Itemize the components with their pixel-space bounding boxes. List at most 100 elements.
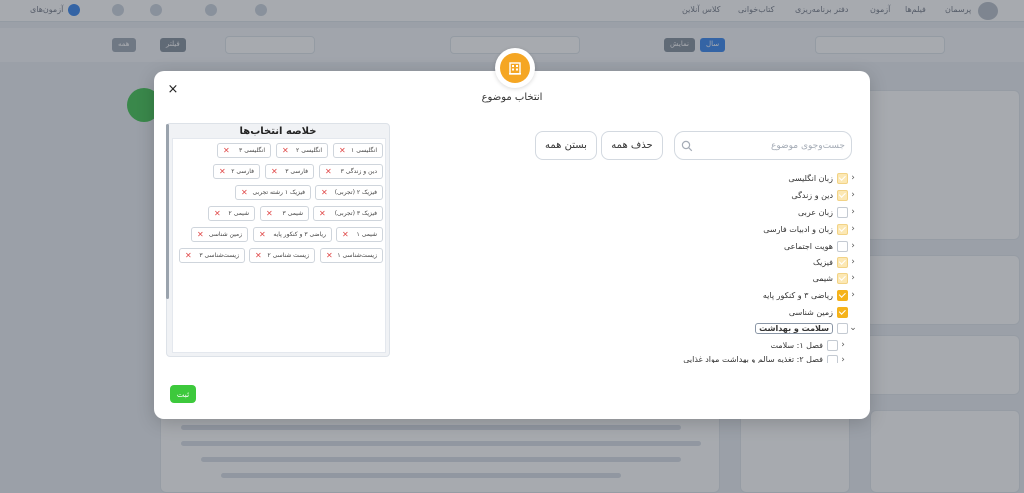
- remove-icon[interactable]: ✕: [266, 209, 273, 218]
- chevron-icon[interactable]: ‹: [838, 355, 848, 363]
- tree-item-label: دین و زندگی: [791, 190, 833, 200]
- selection-chip: انگلیسی ۱ ✕: [333, 143, 383, 158]
- submit-button[interactable]: ثبت: [170, 385, 196, 403]
- tree-item-social[interactable]: ‹ هویت اجتماعی: [780, 239, 858, 253]
- chevron-icon[interactable]: ‹: [848, 241, 858, 251]
- tree-item-label: زمین شناسی: [788, 307, 833, 317]
- search-icon: [681, 140, 693, 152]
- chip-label: فیزیک ۲ (تجربی): [334, 189, 377, 196]
- selection-chip: فیزیک ۳ (تجربی) ✕: [313, 206, 383, 221]
- tree-item-chemistry[interactable]: ‹ شیمی: [809, 271, 858, 285]
- selection-chip: انگلیسی ۲ ✕: [276, 143, 328, 158]
- checkbox[interactable]: [837, 206, 848, 218]
- checkbox[interactable]: [837, 272, 848, 284]
- tree-item-math[interactable]: ‹ ریاضی ۳ و کنکور پایه: [759, 288, 858, 302]
- building-icon: [500, 53, 530, 83]
- checkbox[interactable]: [837, 306, 848, 318]
- checkbox[interactable]: [827, 339, 838, 351]
- topic-select-modal: × انتخاب موضوع خلاصه انتخاب‌ها انگلیسی ۱…: [154, 71, 870, 419]
- selection-chip: انگلیسی ۳ ✕: [217, 143, 271, 158]
- selection-chip: فیزیک ۲ (تجربی) ✕: [315, 185, 383, 200]
- tree-item-arabic[interactable]: ‹ زبان عربی: [794, 205, 858, 219]
- chip-label: زیست شناسی ۲: [267, 252, 309, 259]
- selection-chip: زمین شناسی ✕: [191, 227, 248, 242]
- tree-item-label: ریاضی ۳ و کنکور پایه: [762, 290, 833, 300]
- remove-icon[interactable]: ✕: [255, 251, 262, 260]
- tree-item-label: زبان عربی: [797, 207, 833, 217]
- chip-label: ریاضی ۳ و کنکور پایه: [273, 231, 326, 238]
- remove-icon[interactable]: ✕: [339, 146, 346, 155]
- chip-label: شیمی ۲: [228, 210, 249, 217]
- remove-icon[interactable]: ✕: [326, 251, 333, 260]
- summary-title: خلاصه انتخاب‌ها: [239, 126, 317, 137]
- chevron-icon[interactable]: ‹: [848, 173, 858, 183]
- modal-badge: [495, 48, 535, 88]
- tree-item-label: شیمی: [812, 273, 833, 283]
- chevron-icon[interactable]: ‹: [848, 273, 858, 283]
- selection-chip: فارسی ۲ ✕: [213, 164, 260, 179]
- scrollbar[interactable]: [166, 124, 169, 299]
- selection-chip: ریاضی ۳ و کنکور پایه ✕: [253, 227, 332, 242]
- chip-label: شیمی ۱: [356, 231, 377, 238]
- tree-item-health[interactable]: ⌄ سلامت و بهداشت: [751, 321, 858, 335]
- chevron-icon[interactable]: ‹: [848, 190, 858, 200]
- remove-icon[interactable]: ✕: [321, 188, 328, 197]
- remove-icon[interactable]: ✕: [197, 230, 204, 239]
- selection-chip: فیزیک ۱ رشته تجربی ✕: [235, 185, 311, 200]
- remove-icon[interactable]: ✕: [271, 167, 278, 176]
- remove-icon[interactable]: ✕: [223, 146, 230, 155]
- summary-chip-list: انگلیسی ۱ ✕ انگلیسی ۲ ✕ انگلیسی ۳ ✕ دین و ز…: [172, 138, 386, 353]
- tree-item-label: زبان انگلیسی: [788, 173, 833, 183]
- checkbox[interactable]: [837, 289, 848, 301]
- chevron-icon[interactable]: ‹: [848, 257, 858, 267]
- tree-item-persian[interactable]: ‹ زبان و ادبیات فارسی: [759, 222, 858, 236]
- tree-item-health-ch2[interactable]: ‹ فصل ۲: تغذیه سالم و بهداشت مواد غذایی: [679, 355, 848, 363]
- checkbox[interactable]: [837, 172, 848, 184]
- chevron-icon[interactable]: ‹: [848, 290, 858, 300]
- chip-label: دین و زندگی ۳: [340, 168, 377, 175]
- checkbox[interactable]: [837, 189, 848, 201]
- tree-item-label: فیزیک: [812, 257, 833, 267]
- chip-label: فارسی ۳: [285, 168, 308, 175]
- chip-label: انگلیسی ۲: [296, 147, 322, 154]
- tree-item-label: زبان و ادبیات فارسی: [763, 224, 833, 234]
- tree-item-label: هویت اجتماعی: [783, 241, 833, 251]
- selection-chip: زیست‌شناسی ۳ ✕: [179, 248, 245, 263]
- selection-chip: زیست شناسی ۲ ✕: [249, 248, 315, 263]
- chip-label: فیزیک ۱ رشته تجربی: [252, 189, 305, 196]
- chevron-icon[interactable]: ‹: [848, 224, 858, 234]
- search-input[interactable]: [695, 132, 845, 159]
- chevron-icon[interactable]: ‹: [848, 207, 858, 217]
- remove-icon[interactable]: ✕: [214, 209, 221, 218]
- selection-summary: خلاصه انتخاب‌ها انگلیسی ۱ ✕ انگلیسی ۲ ✕ ان…: [166, 123, 390, 357]
- selection-chip: شیمی ۱ ✕: [336, 227, 383, 242]
- selection-chip: شیمی ۲ ✕: [208, 206, 255, 221]
- tree-item-health-ch1[interactable]: ‹ فصل ۱: سلامت: [766, 338, 848, 352]
- chevron-icon[interactable]: ‹: [838, 340, 848, 350]
- checkbox[interactable]: [837, 223, 848, 235]
- tree-item-english[interactable]: ‹ زبان انگلیسی: [784, 171, 858, 185]
- checkbox[interactable]: [827, 355, 838, 363]
- delete-all-button[interactable]: حذف همه: [601, 131, 663, 160]
- remove-icon[interactable]: ✕: [282, 146, 289, 155]
- tree-item-label: سلامت و بهداشت: [755, 322, 833, 334]
- remove-icon[interactable]: ✕: [342, 230, 349, 239]
- chip-label: انگلیسی ۱: [351, 147, 377, 154]
- selection-chip: زیست‌شناسی ۱ ✕: [320, 248, 383, 263]
- topic-search: [674, 131, 852, 160]
- remove-icon[interactable]: ✕: [219, 167, 226, 176]
- remove-icon[interactable]: ✕: [241, 188, 248, 197]
- tree-item-religion[interactable]: ‹ دین و زندگی: [787, 188, 858, 202]
- remove-icon[interactable]: ✕: [259, 230, 266, 239]
- remove-icon[interactable]: ✕: [185, 251, 192, 260]
- chip-label: فارسی ۲: [231, 168, 254, 175]
- checkbox[interactable]: [837, 322, 848, 334]
- tree-item-physics[interactable]: ‹ فیزیک: [809, 255, 858, 269]
- checkbox[interactable]: [837, 256, 848, 268]
- remove-icon[interactable]: ✕: [319, 209, 326, 218]
- close-all-button[interactable]: بستن همه: [535, 131, 597, 160]
- tree-item-geology[interactable]: زمین شناسی: [785, 305, 858, 319]
- remove-icon[interactable]: ✕: [325, 167, 332, 176]
- checkbox[interactable]: [837, 240, 848, 252]
- chevron-down-icon[interactable]: ⌄: [848, 323, 858, 333]
